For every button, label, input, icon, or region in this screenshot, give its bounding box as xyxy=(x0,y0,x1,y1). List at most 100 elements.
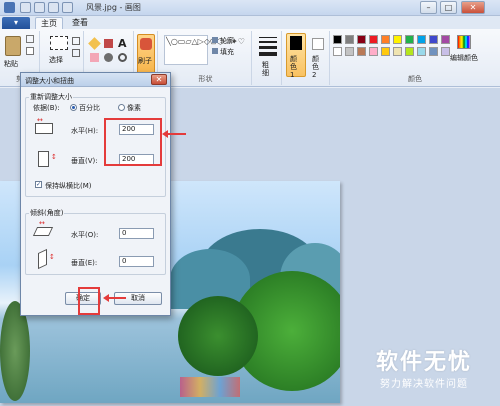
magnifier-icon[interactable] xyxy=(118,53,127,62)
minimize-button[interactable]: – xyxy=(420,1,437,14)
vertical-resize-icon xyxy=(38,151,49,167)
size-icon[interactable] xyxy=(259,37,277,38)
select-icon[interactable] xyxy=(50,36,68,50)
paste-label: 粘贴 xyxy=(4,60,18,68)
palette-swatch[interactable] xyxy=(417,47,426,56)
paste-icon[interactable] xyxy=(5,36,21,56)
tab-home[interactable]: 主页 xyxy=(35,17,63,29)
palette-swatch[interactable] xyxy=(393,35,402,44)
horizontal-label: 水平(H): xyxy=(71,127,99,135)
pixels-radio[interactable] xyxy=(118,104,125,111)
palette-swatch[interactable] xyxy=(381,47,390,56)
close-button[interactable]: ✕ xyxy=(461,1,485,14)
fill-label: 填充 xyxy=(220,48,234,56)
palette-swatch[interactable] xyxy=(369,35,378,44)
palette-swatch[interactable] xyxy=(441,47,450,56)
percent-radio[interactable] xyxy=(70,104,77,111)
annotation-arrow-line xyxy=(166,133,186,135)
palette-swatch[interactable] xyxy=(345,35,354,44)
palette-swatch[interactable] xyxy=(405,47,414,56)
text-icon[interactable]: A xyxy=(118,37,127,50)
color1-label: 颜色 1 xyxy=(290,55,297,79)
annotation-arrow-line-2 xyxy=(108,297,126,299)
outline-icon[interactable] xyxy=(212,37,218,43)
watermark-subtitle: 努力解决软件问题 xyxy=(380,379,468,390)
skew-h-arrow-icon: ↔ xyxy=(39,219,45,227)
horizontal-resize-icon xyxy=(35,123,53,134)
shapes-group-label: 形状 xyxy=(198,75,213,83)
crop-icon[interactable] xyxy=(72,37,80,45)
palette-swatch[interactable] xyxy=(393,47,402,56)
edit-colors-label: 编辑颜色 xyxy=(450,54,478,62)
highlight-size-inputs xyxy=(104,118,162,166)
shapes-group: ╲○▭▱△▷◇⬠⬡☆✦♡ 轮廓 填充 形状 xyxy=(160,31,252,85)
colors-group-label: 颜色 xyxy=(408,75,422,83)
color2-label: 颜色 2 xyxy=(312,55,319,79)
resize-icon[interactable] xyxy=(72,49,80,57)
maximize-button[interactable]: □ xyxy=(440,1,457,14)
outline-label: 轮廓 xyxy=(220,37,234,45)
palette-swatch[interactable] xyxy=(405,35,414,44)
fill-icon[interactable] xyxy=(212,48,218,54)
horizontal-arrow-icon: ↔ xyxy=(37,116,43,124)
select-label: 选择 xyxy=(49,56,63,64)
palette-swatch[interactable] xyxy=(429,35,438,44)
window-title: 风景.jpg - 画图 xyxy=(86,3,141,12)
app-icon xyxy=(4,2,15,13)
palette-swatch[interactable] xyxy=(333,47,342,56)
watermark-title: 软件无忧 xyxy=(376,350,473,375)
skew-legend: 倾斜(角度) xyxy=(29,208,65,218)
skew-h-input[interactable]: 0 xyxy=(119,228,154,239)
file-menu-button[interactable]: ▾ xyxy=(2,17,30,29)
percent-label: 百分比 xyxy=(79,104,100,112)
resize-legend: 重新调整大小 xyxy=(29,92,73,102)
size-label: 粗细 xyxy=(262,61,269,77)
title-bar: 风景.jpg - 画图 – □ ✕ xyxy=(0,0,500,16)
color-picker-icon[interactable] xyxy=(104,53,113,62)
dialog-title: 调整大小和扭曲 xyxy=(25,77,74,85)
color2-swatch[interactable] xyxy=(312,38,324,50)
annotation-arrow-icon xyxy=(162,130,168,138)
palette-swatch[interactable] xyxy=(429,47,438,56)
skew-v-input[interactable]: 0 xyxy=(119,256,154,267)
edit-colors-icon[interactable] xyxy=(457,35,471,49)
copy-icon[interactable] xyxy=(26,47,34,55)
tab-view[interactable]: 查看 xyxy=(66,17,94,29)
undo-icon[interactable] xyxy=(34,2,45,13)
brush-icon xyxy=(140,38,152,50)
save-icon[interactable] xyxy=(20,2,31,13)
pixels-label: 像素 xyxy=(127,104,141,112)
redo-icon[interactable] xyxy=(48,2,59,13)
palette-swatch[interactable] xyxy=(357,47,366,56)
customize-quick-access-icon[interactable] xyxy=(62,2,73,13)
skew-v-arrow-icon: ↕ xyxy=(49,253,55,261)
vertical-label: 垂直(V): xyxy=(71,157,98,165)
palette-swatch[interactable] xyxy=(333,35,342,44)
palette-swatch[interactable] xyxy=(357,35,366,44)
dialog-title-bar: 调整大小和扭曲 ✕ xyxy=(21,73,170,87)
size-group: 粗细 xyxy=(254,31,282,85)
palette-swatch[interactable] xyxy=(381,35,390,44)
pencil-icon[interactable] xyxy=(88,37,101,50)
keep-ratio-label: 保持纵横比(M) xyxy=(45,182,92,190)
palette-swatch[interactable] xyxy=(345,47,354,56)
annotation-arrow-icon-2 xyxy=(103,294,109,302)
keep-ratio-checkbox[interactable]: ✓ xyxy=(35,181,42,188)
resize-skew-dialog: 调整大小和扭曲 ✕ 重新调整大小 依据(B): 百分比 像素 ↔ 水平(H): … xyxy=(20,72,171,316)
highlight-ok-button xyxy=(78,287,100,315)
eraser-icon[interactable] xyxy=(90,53,99,62)
shapes-gallery[interactable]: ╲○▭▱△▷◇⬠⬡☆✦♡ xyxy=(164,35,245,65)
dialog-close-button[interactable]: ✕ xyxy=(151,74,167,85)
color-select-group: 颜色 1 颜色 2 xyxy=(284,31,330,85)
palette-swatch[interactable] xyxy=(441,35,450,44)
by-label: 依据(B): xyxy=(33,104,60,112)
color1-swatch xyxy=(290,36,302,50)
ribbon-tabs: ▾ 主页 查看 xyxy=(0,16,500,29)
palette-swatch[interactable] xyxy=(417,35,426,44)
palette-swatch[interactable] xyxy=(369,47,378,56)
vertical-arrow-icon: ↕ xyxy=(51,153,57,161)
brushes-label: 刷子 xyxy=(138,57,152,65)
fill-bucket-icon[interactable] xyxy=(104,39,113,48)
cut-icon[interactable] xyxy=(26,35,34,43)
skew-h-label: 水平(O): xyxy=(71,231,99,239)
